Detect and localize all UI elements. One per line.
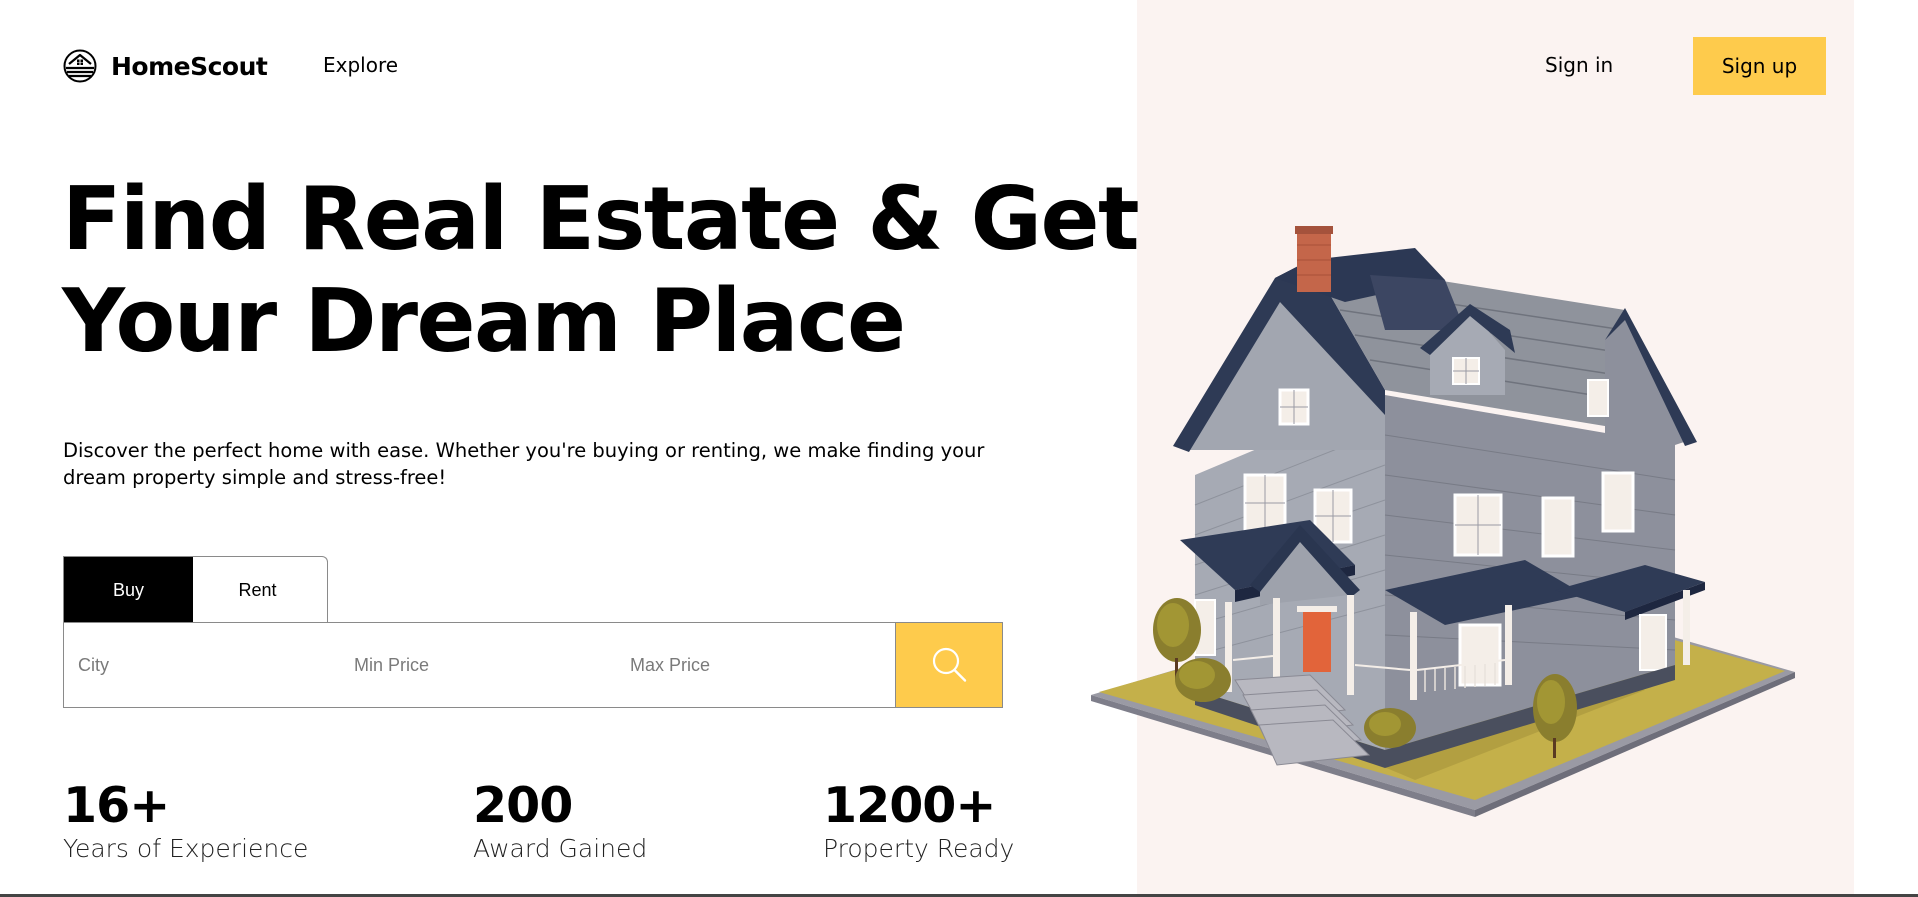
search-mode-tabs: Buy Rent: [63, 556, 328, 623]
search-icon: [932, 647, 967, 682]
nav-link-explore[interactable]: Explore: [323, 53, 398, 77]
tab-buy[interactable]: Buy: [64, 557, 193, 623]
stat-value: 1200+: [823, 777, 996, 834]
house-sunset-logo-icon: [63, 49, 97, 83]
city-input[interactable]: [64, 623, 340, 707]
sign-up-button[interactable]: Sign up: [1693, 37, 1826, 95]
max-price-input[interactable]: [616, 623, 892, 707]
hero-title-line-1: Find Real Estate & Get: [62, 168, 1140, 270]
hero-title-line-2: Your Dream Place: [62, 270, 906, 372]
property-search-bar: [63, 622, 1003, 708]
brand-logo[interactable]: HomeScout: [63, 47, 268, 85]
hero-description-line-1: Discover the perfect home with ease. Whe…: [63, 439, 985, 462]
stat-awards: 200 Award Gained: [473, 776, 647, 863]
min-price-input[interactable]: [340, 623, 616, 707]
stat-label: Award Gained: [473, 834, 648, 863]
stat-value: 200: [473, 777, 573, 834]
search-button[interactable]: [895, 623, 1002, 707]
stat-value: 16+: [63, 777, 170, 834]
brand-name: HomeScout: [111, 51, 268, 81]
hero-title: Find Real Estate & Get Your Dream Place: [62, 168, 1140, 372]
house-illustration: [1091, 226, 1795, 817]
tab-rent[interactable]: Rent: [193, 557, 322, 623]
stat-label: Property Ready: [823, 834, 1015, 863]
stat-experience: 16+ Years of Experience: [63, 776, 308, 863]
stat-properties: 1200+ Property Ready: [823, 776, 1014, 863]
hero-description: Discover the perfect home with ease. Whe…: [63, 437, 985, 491]
sign-in-link[interactable]: Sign in: [1545, 53, 1613, 77]
stat-label: Years of Experience: [63, 834, 309, 863]
hero-description-line-2: dream property simple and stress-free!: [63, 466, 447, 489]
